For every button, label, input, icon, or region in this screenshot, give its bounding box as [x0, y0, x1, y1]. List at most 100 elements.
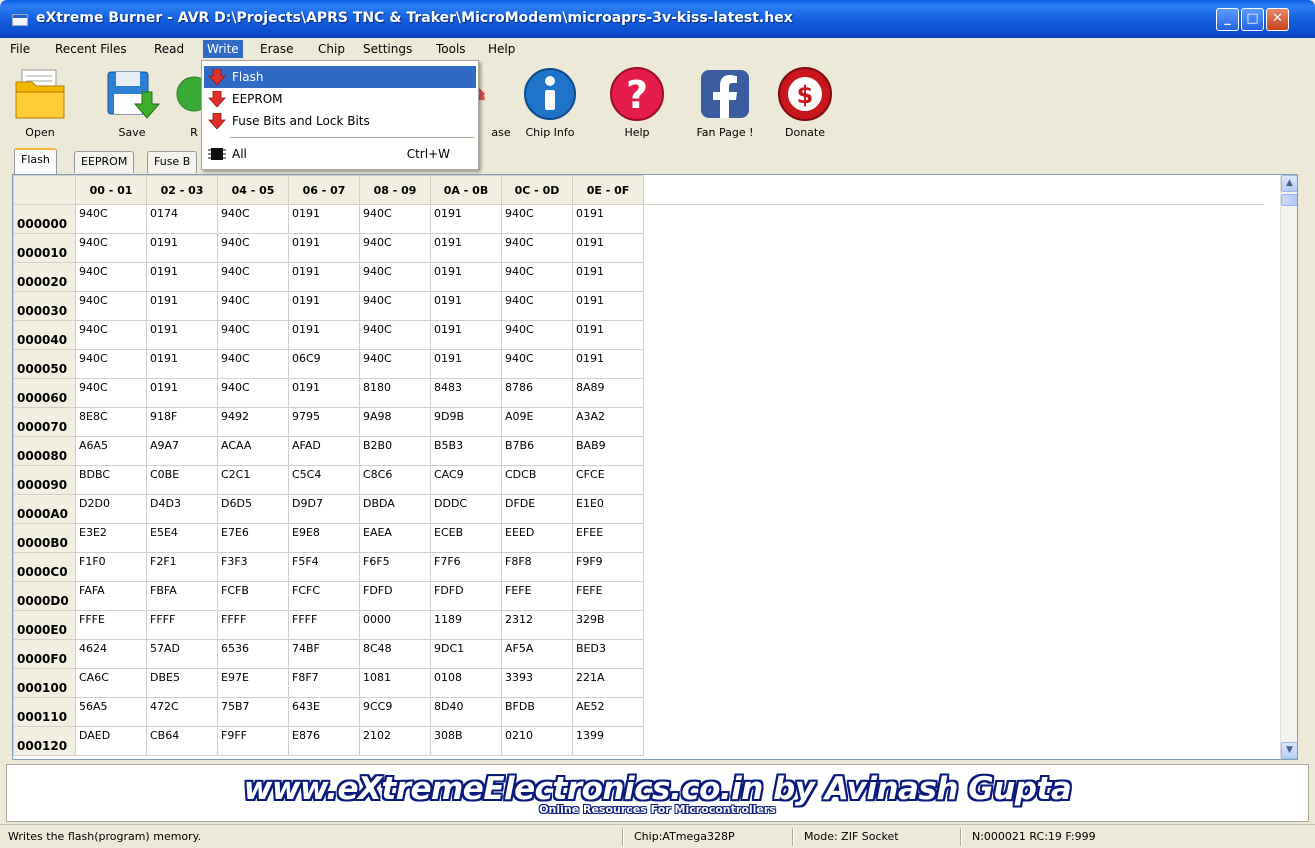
read-button[interactable]: R [166, 60, 212, 146]
hex-cell[interactable]: 643E [288, 697, 360, 727]
hex-cell[interactable]: 06C9 [288, 349, 360, 379]
hex-cell[interactable]: AF5A [501, 639, 573, 669]
hex-cell[interactable]: 8483 [430, 378, 502, 408]
hex-cell[interactable]: 940C [359, 233, 431, 263]
donate-button[interactable]: $ Donate [765, 60, 845, 146]
hex-cell[interactable]: 940C [501, 233, 573, 263]
hex-cell[interactable]: 4624 [75, 639, 147, 669]
hex-cell[interactable]: 8A89 [572, 378, 644, 408]
hex-cell[interactable]: 1399 [572, 726, 644, 756]
scroll-down-button[interactable]: ▼ [1281, 742, 1297, 759]
hex-cell[interactable]: EAEA [359, 523, 431, 553]
hex-grid[interactable]: 00 - 01 02 - 03 04 - 05 06 - 07 08 - 09 0A - … [12, 174, 1298, 760]
hex-cell[interactable]: BAB9 [572, 436, 644, 466]
hex-cell[interactable]: 0191 [288, 291, 360, 321]
hex-cell[interactable]: 0191 [146, 320, 218, 350]
hex-cell[interactable]: 940C [359, 349, 431, 379]
hex-cell[interactable]: FFFF [288, 610, 360, 640]
hex-cell[interactable]: DFDE [501, 494, 573, 524]
hex-cell[interactable]: 940C [75, 349, 147, 379]
hex-cell[interactable]: 9DC1 [430, 639, 502, 669]
hex-cell[interactable]: D4D3 [146, 494, 218, 524]
hex-cell[interactable]: C2C1 [217, 465, 289, 495]
hex-cell[interactable]: C0BE [146, 465, 218, 495]
hex-cell[interactable]: AE52 [572, 697, 644, 727]
close-button[interactable]: ✕ [1266, 8, 1289, 31]
hex-cell[interactable]: 0191 [572, 291, 644, 321]
hex-cell[interactable]: 940C [75, 262, 147, 292]
hex-cell[interactable]: E1E0 [572, 494, 644, 524]
hex-cell[interactable]: A09E [501, 407, 573, 437]
menu-chip[interactable]: Chip [314, 40, 349, 58]
scroll-up-button[interactable]: ▲ [1281, 175, 1297, 192]
hex-cell[interactable]: F7F6 [430, 552, 502, 582]
minimize-button[interactable]: _ [1216, 8, 1239, 31]
hex-cell[interactable]: CA6C [75, 668, 147, 698]
hex-cell[interactable]: 940C [217, 204, 289, 234]
hex-cell[interactable]: 74BF [288, 639, 360, 669]
hex-cell[interactable]: 8C48 [359, 639, 431, 669]
hex-cell[interactable]: 940C [217, 291, 289, 321]
hex-cell[interactable]: BDBC [75, 465, 147, 495]
hex-cell[interactable]: 308B [430, 726, 502, 756]
menu-settings[interactable]: Settings [359, 40, 416, 58]
hex-cell[interactable]: B7B6 [501, 436, 573, 466]
hex-cell[interactable]: 6536 [217, 639, 289, 669]
hex-cell[interactable]: 221A [572, 668, 644, 698]
hex-cell[interactable]: A3A2 [572, 407, 644, 437]
hex-cell[interactable]: 0191 [288, 262, 360, 292]
hex-cell[interactable]: 0191 [572, 262, 644, 292]
chip-info-button[interactable]: Chip Info [510, 60, 590, 146]
tab-fuse-bits[interactable]: Fuse B [147, 151, 198, 173]
website-banner[interactable]: www.eXtremeElectronics.co.in by Avinash … [6, 764, 1309, 822]
save-button[interactable]: Save [92, 60, 172, 146]
hex-cell[interactable]: 0191 [146, 349, 218, 379]
hex-cell[interactable]: 2312 [501, 610, 573, 640]
hex-cell[interactable]: E3E2 [75, 523, 147, 553]
hex-cell[interactable]: 0108 [430, 668, 502, 698]
hex-cell[interactable]: 0000 [359, 610, 431, 640]
hex-cell[interactable]: 0210 [501, 726, 573, 756]
hex-cell[interactable]: 940C [501, 291, 573, 321]
menu-tools[interactable]: Tools [432, 40, 470, 58]
hex-cell[interactable]: FAFA [75, 581, 147, 611]
hex-cell[interactable]: 0191 [572, 233, 644, 263]
hex-cell[interactable]: FEFE [572, 581, 644, 611]
hex-cell[interactable]: 8786 [501, 378, 573, 408]
hex-cell[interactable]: 1189 [430, 610, 502, 640]
hex-cell[interactable]: 0191 [288, 320, 360, 350]
hex-cell[interactable]: CDCB [501, 465, 573, 495]
hex-cell[interactable]: 940C [217, 378, 289, 408]
menu-item-write-all[interactable]: All Ctrl+W [204, 143, 476, 165]
hex-cell[interactable]: FCFB [217, 581, 289, 611]
hex-cell[interactable]: E97E [217, 668, 289, 698]
fan-page-button[interactable]: Fan Page ! [685, 60, 765, 146]
hex-cell[interactable]: FBFA [146, 581, 218, 611]
hex-cell[interactable]: 940C [501, 204, 573, 234]
hex-cell[interactable]: 57AD [146, 639, 218, 669]
hex-cell[interactable]: 56A5 [75, 697, 147, 727]
hex-cell[interactable]: 0191 [572, 320, 644, 350]
tab-flash[interactable]: Flash [14, 148, 57, 174]
hex-cell[interactable]: C8C6 [359, 465, 431, 495]
hex-cell[interactable]: 0191 [146, 378, 218, 408]
hex-cell[interactable]: A9A7 [146, 436, 218, 466]
menu-item-write-flash[interactable]: Flash [204, 66, 476, 88]
hex-cell[interactable]: F5F4 [288, 552, 360, 582]
hex-cell[interactable]: A6A5 [75, 436, 147, 466]
hex-cell[interactable]: 2102 [359, 726, 431, 756]
hex-cell[interactable]: 940C [359, 320, 431, 350]
hex-cell[interactable]: 0191 [288, 233, 360, 263]
hex-cell[interactable]: 940C [217, 349, 289, 379]
hex-cell[interactable]: B2B0 [359, 436, 431, 466]
hex-cell[interactable]: F1F0 [75, 552, 147, 582]
hex-cell[interactable]: 940C [359, 262, 431, 292]
hex-cell[interactable]: 940C [75, 233, 147, 263]
hex-cell[interactable]: 8E8C [75, 407, 147, 437]
hex-cell[interactable]: 0191 [430, 349, 502, 379]
scroll-thumb[interactable] [1281, 194, 1297, 206]
hex-cell[interactable]: 472C [146, 697, 218, 727]
hex-cell[interactable]: DDDC [430, 494, 502, 524]
hex-cell[interactable]: 940C [75, 320, 147, 350]
menu-file[interactable]: File [6, 40, 34, 58]
